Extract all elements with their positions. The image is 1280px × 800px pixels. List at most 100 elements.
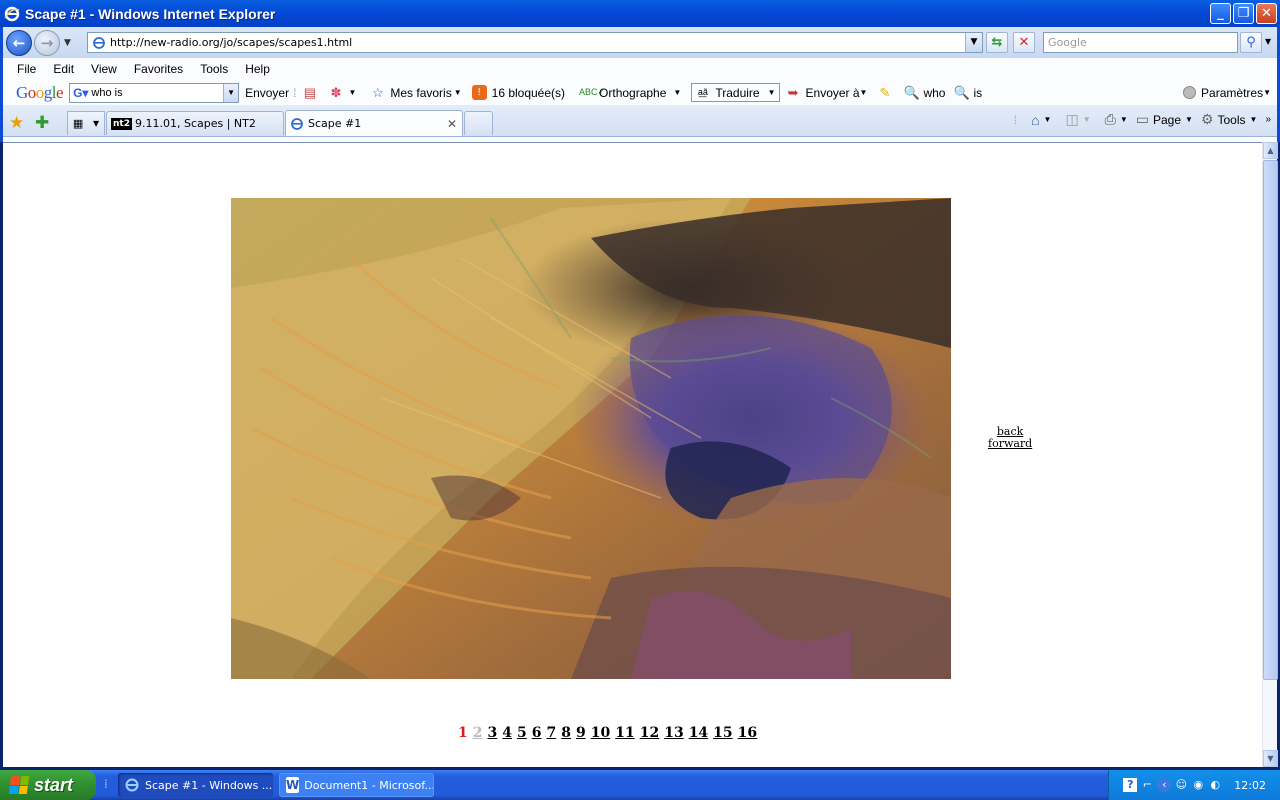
google-search-value[interactable]: who is xyxy=(91,87,122,99)
page-menu-button[interactable]: ▭ Page ▼ xyxy=(1136,111,1193,128)
taskbar-grip-icon: ⁞ xyxy=(104,777,108,791)
page-link-3[interactable]: 3 xyxy=(488,725,498,741)
page-link-4[interactable]: 4 xyxy=(502,725,512,741)
address-dropdown-icon[interactable]: ▼ xyxy=(965,33,982,52)
tab-close-icon[interactable]: ✕ xyxy=(447,117,457,131)
quick-tabs-button[interactable]: ▦ ▼ xyxy=(67,111,105,135)
ie-icon xyxy=(4,6,20,21)
search-input[interactable]: Google xyxy=(1043,32,1238,53)
recent-pages-dropdown[interactable]: ▼ xyxy=(64,38,71,48)
page-link-16[interactable]: 16 xyxy=(738,725,757,741)
taskbar-item-label[interactable]: Scape #1 - Windows ... xyxy=(145,779,272,792)
highlight-who-button[interactable]: 🔍 who xyxy=(903,85,945,100)
page-link-8[interactable]: 8 xyxy=(561,725,571,741)
sendto-button[interactable]: ➥ Envoyer à ▼ xyxy=(786,85,868,100)
google-search-field[interactable]: G▾ who is ▼ xyxy=(69,82,240,103)
help-tray-icon[interactable]: ? xyxy=(1123,778,1138,792)
google-g-icon[interactable]: G▾ xyxy=(73,86,88,100)
navigation-bar: ← → ▼ http://new-radio.org/jo/scapes/sca… xyxy=(3,27,1277,58)
quick-tabs-grid-icon[interactable]: ▦ xyxy=(73,117,83,130)
scroll-down-icon[interactable]: ▼ xyxy=(1263,750,1278,767)
page-link-1[interactable]: 1 xyxy=(458,725,468,741)
spellcheck-button[interactable]: ABC✓ Orthographe ▼ xyxy=(579,85,681,100)
menu-file[interactable]: File xyxy=(17,62,36,76)
menu-favorites[interactable]: Favorites xyxy=(134,62,183,76)
favorites-center-star-icon[interactable]: ★ xyxy=(9,113,24,133)
restore-button[interactable]: ❐ xyxy=(1233,3,1254,24)
tab-nt2-scapes[interactable]: nt2 9.11.01, Scapes | NT2 xyxy=(106,111,284,135)
tab-scape-1-active[interactable]: Scape #1 ✕ xyxy=(285,110,463,136)
google-send-button[interactable]: Envoyer xyxy=(245,86,289,100)
new-tab-button[interactable] xyxy=(464,111,493,135)
page-link-13[interactable]: 13 xyxy=(664,725,683,741)
settings-button[interactable]: Paramètres ▼ xyxy=(1183,86,1271,100)
print-button[interactable]: ⎙ ▼ xyxy=(1105,111,1128,128)
menu-edit[interactable]: Edit xyxy=(53,62,74,76)
ie-icon xyxy=(291,117,303,130)
highlight-is-button[interactable]: 🔍 is xyxy=(953,85,982,100)
menu-view[interactable]: View xyxy=(91,62,117,76)
vertical-scrollbar[interactable]: ▲ ▼ xyxy=(1262,142,1278,767)
user-tray-icon[interactable]: ☺ xyxy=(1174,778,1188,792)
search-options-icon[interactable]: ▼ xyxy=(1265,37,1271,46)
tools-menu-button[interactable]: ⚙ Tools ▼ xyxy=(1201,111,1258,128)
google-logo[interactable]: Google xyxy=(16,83,64,103)
menu-tools[interactable]: Tools xyxy=(200,62,228,76)
page-link-2[interactable]: 2 xyxy=(473,725,483,741)
news-icon[interactable]: ▤ xyxy=(302,85,322,100)
search-button[interactable]: ⚲ xyxy=(1240,32,1262,53)
url-text[interactable]: http://new-radio.org/jo/scapes/scapes1.h… xyxy=(110,36,352,49)
page-link-12[interactable]: 12 xyxy=(640,725,659,741)
stop-button[interactable]: ✕ xyxy=(1013,32,1035,53)
refresh-button[interactable]: ⇆ xyxy=(986,32,1008,53)
page-link-7[interactable]: 7 xyxy=(547,725,557,741)
nt2-favicon-icon: nt2 xyxy=(111,117,132,130)
page-link-5[interactable]: 5 xyxy=(517,725,527,741)
page-link-10[interactable]: 10 xyxy=(591,725,610,741)
forward-button[interactable]: → xyxy=(34,29,60,56)
chevron-left-icon[interactable]: ‹ xyxy=(1157,778,1172,792)
tab-label[interactable]: 9.11.01, Scapes | NT2 xyxy=(135,117,256,130)
page-link-9[interactable]: 9 xyxy=(576,725,586,741)
translate-button[interactable]: a͟ã Traduire ▼ xyxy=(691,83,780,102)
tab-label[interactable]: Scape #1 xyxy=(308,117,361,130)
highlighter-icon[interactable]: ✎ xyxy=(877,85,897,100)
favorites-star-button[interactable]: ☆ Mes favoris ▼ xyxy=(370,85,462,100)
puzzle-icon[interactable]: ✽ ▼ xyxy=(328,85,356,100)
menu-help[interactable]: Help xyxy=(245,62,270,76)
tab-bar: ★ ✚ ▦ ▼ nt2 9.11.01, Scapes | NT2 Scape #… xyxy=(3,105,1277,137)
command-separator-icon: ⁞ xyxy=(1013,112,1018,127)
page-link-11[interactable]: 11 xyxy=(615,725,634,741)
page-link-15[interactable]: 15 xyxy=(713,725,732,741)
browser-chrome: ← → ▼ http://new-radio.org/jo/scapes/sca… xyxy=(0,27,1280,142)
network-tray-icon[interactable]: ⌐ xyxy=(1140,778,1154,792)
close-window-button[interactable]: ✕ xyxy=(1256,3,1277,24)
start-label[interactable]: start xyxy=(34,775,73,796)
window-title: Scape #1 - Windows Internet Explorer xyxy=(25,5,276,22)
add-favorite-star-icon[interactable]: ✚ xyxy=(35,113,49,133)
scroll-up-icon[interactable]: ▲ xyxy=(1263,142,1278,159)
chevron-overflow-icon[interactable]: » xyxy=(1265,114,1271,125)
taskbar-item-label[interactable]: Document1 - Microsof... xyxy=(304,779,433,792)
forward-link[interactable]: forward xyxy=(988,438,1032,450)
start-button[interactable]: start xyxy=(0,770,96,800)
address-bar[interactable]: http://new-radio.org/jo/scapes/scapes1.h… xyxy=(87,32,983,53)
back-button[interactable]: ← xyxy=(6,29,32,56)
volume-tray-icon[interactable]: ◐ xyxy=(1208,778,1222,792)
scrollbar-thumb[interactable] xyxy=(1263,160,1278,680)
taskbar-item-ie[interactable]: Scape #1 - Windows ... xyxy=(118,773,273,797)
command-bar: ⁞ ⌂ ▼ ◫ ▼ ⎙ ▼ ▭ Page ▼ ⚙ Tools ▼ » xyxy=(1000,111,1271,128)
page-link-14[interactable]: 14 xyxy=(689,725,708,741)
scape-artwork-graphic xyxy=(231,198,951,679)
menu-bar: File Edit View Favorites Tools Help xyxy=(3,58,1277,80)
minimize-button[interactable]: _ xyxy=(1210,3,1231,24)
home-button[interactable]: ⌂ ▼ xyxy=(1031,112,1051,128)
popup-blocked-button[interactable]: ! 16 bloquée(s) xyxy=(471,85,565,100)
google-toolbar: Google G▾ who is ▼ Envoyer ⁞ ▤ ✽ ▼ ☆ Mes f… xyxy=(3,80,1277,105)
page-link-6[interactable]: 6 xyxy=(532,725,542,741)
taskbar-item-word[interactable]: W Document1 - Microsof... xyxy=(279,773,434,797)
security-tray-icon[interactable]: ◉ xyxy=(1191,778,1205,792)
google-search-dropdown-icon[interactable]: ▼ xyxy=(223,83,239,102)
tab-list-dropdown-icon[interactable]: ▼ xyxy=(93,119,99,128)
feeds-button[interactable]: ◫ ▼ xyxy=(1065,111,1090,128)
